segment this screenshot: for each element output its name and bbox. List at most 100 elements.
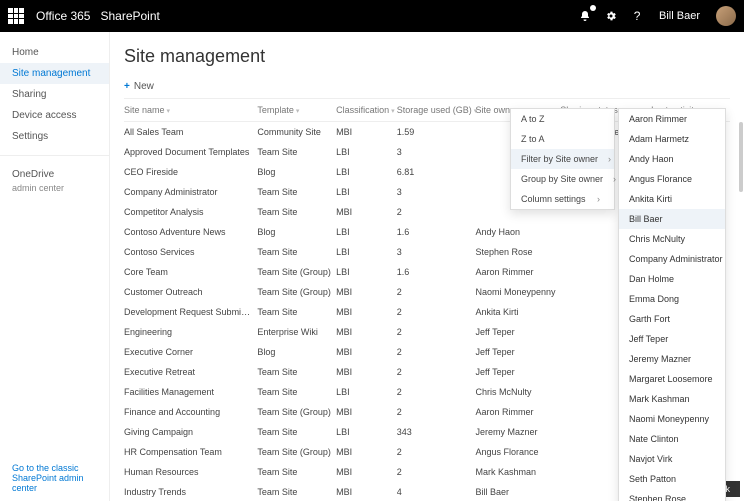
page-title: Site management: [124, 46, 730, 67]
owner-option[interactable]: Seth Patton: [619, 469, 725, 489]
menu-item-a-to-z[interactable]: A to Z: [511, 109, 614, 129]
nav-item-home[interactable]: Home: [0, 42, 109, 63]
col-classification[interactable]: Classification▾: [336, 99, 397, 122]
owner-option[interactable]: Stephen Rose: [619, 489, 725, 501]
cell-cls: MBI: [336, 342, 397, 362]
owner-option[interactable]: Naomi Moneypenny: [619, 409, 725, 429]
cell-cls: MBI: [336, 202, 397, 222]
new-label: New: [134, 81, 154, 92]
nav-classic-link[interactable]: Go to the classic SharePoint admin cente…: [12, 463, 97, 493]
cell-template: Team Site (Group): [257, 262, 336, 282]
owner-option[interactable]: Dan Holme: [619, 269, 725, 289]
app-launcher-icon[interactable]: [8, 8, 24, 24]
owner-option[interactable]: Adam Harmetz: [619, 129, 725, 149]
cell-owner: Jeff Teper: [475, 342, 560, 362]
chevron-right-icon: ›: [608, 154, 611, 164]
cell-storage: 2: [397, 202, 476, 222]
scrollbar-thumb[interactable]: [739, 122, 743, 192]
avatar[interactable]: [716, 6, 736, 26]
owner-option[interactable]: Jeremy Mazner: [619, 349, 725, 369]
brand-office365: Office 365: [36, 9, 90, 23]
cell-storage: 1.6: [397, 222, 476, 242]
nav-item-sharing[interactable]: Sharing: [0, 84, 109, 105]
cell-template: Team Site: [257, 202, 336, 222]
cell-template: Team Site (Group): [257, 282, 336, 302]
owner-option[interactable]: Navjot Virk: [619, 449, 725, 469]
cell-cls: LBI: [336, 162, 397, 182]
owner-option[interactable]: Margaret Loosemore: [619, 369, 725, 389]
nav-item-device-access[interactable]: Device access: [0, 105, 109, 126]
owner-option[interactable]: Garth Fort: [619, 309, 725, 329]
owner-option[interactable]: Mark Kashman: [619, 389, 725, 409]
cell-template: Team Site: [257, 302, 336, 322]
col-template[interactable]: Template▾: [257, 99, 336, 122]
cell-cls: LBI: [336, 382, 397, 402]
cell-name: Company Administrator: [124, 182, 257, 202]
cell-template: Blog: [257, 162, 336, 182]
cell-storage: 2: [397, 382, 476, 402]
cell-storage: 2: [397, 462, 476, 482]
cell-template: Team Site: [257, 182, 336, 202]
chevron-right-icon: ›: [613, 174, 616, 184]
owner-option[interactable]: Nate Clinton: [619, 429, 725, 449]
cell-template: Blog: [257, 342, 336, 362]
owner-option[interactable]: Aaron Rimmer: [619, 109, 725, 129]
cell-storage: 2: [397, 442, 476, 462]
menu-item-group-by-site-owner[interactable]: Group by Site owner›: [511, 169, 614, 189]
cell-storage: 1.59: [397, 122, 476, 143]
cell-storage: 2: [397, 322, 476, 342]
cell-owner: Aaron Rimmer: [475, 262, 560, 282]
cell-name: Core Team: [124, 262, 257, 282]
cell-template: Team Site: [257, 142, 336, 162]
cell-owner: Ankita Kirti: [475, 302, 560, 322]
cell-name: Facilities Management: [124, 382, 257, 402]
cell-storage: 2: [397, 302, 476, 322]
cell-name: CEO Fireside: [124, 162, 257, 182]
notifications-icon[interactable]: [577, 8, 593, 24]
help-icon[interactable]: ?: [629, 8, 645, 24]
col-storage[interactable]: Storage used (GB)▾: [397, 99, 476, 122]
owner-option[interactable]: Emma Dong: [619, 289, 725, 309]
notification-badge: [590, 5, 596, 11]
gear-icon[interactable]: [603, 8, 619, 24]
col-site-name[interactable]: Site name▾: [124, 99, 257, 122]
cell-cls: LBI: [336, 182, 397, 202]
cell-name: Competitor Analysis: [124, 202, 257, 222]
menu-item-z-to-a[interactable]: Z to A: [511, 129, 614, 149]
cell-owner: Naomi Moneypenny: [475, 282, 560, 302]
cell-name: Human Resources: [124, 462, 257, 482]
new-button[interactable]: + New: [124, 81, 730, 92]
brand-sharepoint: SharePoint: [100, 9, 159, 23]
cell-owner: Stephen Rose: [475, 242, 560, 262]
cell-name: Executive Retreat: [124, 362, 257, 382]
owner-option[interactable]: Jeff Teper: [619, 329, 725, 349]
owner-filter-panel: Aaron RimmerAdam HarmetzAndy HaonAngus F…: [618, 108, 726, 501]
plus-icon: +: [124, 81, 130, 92]
left-nav: HomeSite managementSharingDevice accessS…: [0, 32, 110, 501]
owner-option[interactable]: Bill Baer: [619, 209, 725, 229]
user-name[interactable]: Bill Baer: [659, 10, 700, 22]
cell-template: Community Site: [257, 122, 336, 143]
cell-name: Engineering: [124, 322, 257, 342]
cell-template: Team Site: [257, 242, 336, 262]
nav-onedrive[interactable]: OneDrive: [0, 164, 109, 185]
cell-owner: Chris McNulty: [475, 382, 560, 402]
cell-cls: LBI: [336, 222, 397, 242]
cell-storage: 4: [397, 482, 476, 501]
menu-item-filter-by-site-owner[interactable]: Filter by Site owner›: [511, 149, 614, 169]
cell-name: Contoso Adventure News: [124, 222, 257, 242]
cell-cls: MBI: [336, 122, 397, 143]
owner-option[interactable]: Angus Florance: [619, 169, 725, 189]
cell-template: Team Site: [257, 462, 336, 482]
nav-item-site-management[interactable]: Site management: [0, 63, 109, 84]
owner-option[interactable]: Ankita Kirti: [619, 189, 725, 209]
owner-option[interactable]: Company Administrator: [619, 249, 725, 269]
nav-item-settings[interactable]: Settings: [0, 126, 109, 147]
cell-name: Executive Corner: [124, 342, 257, 362]
owner-option[interactable]: Andy Haon: [619, 149, 725, 169]
owner-option[interactable]: Chris McNulty: [619, 229, 725, 249]
menu-item-column-settings[interactable]: Column settings›: [511, 189, 614, 209]
cell-cls: MBI: [336, 402, 397, 422]
cell-owner: Angus Florance: [475, 442, 560, 462]
cell-storage: 2: [397, 342, 476, 362]
